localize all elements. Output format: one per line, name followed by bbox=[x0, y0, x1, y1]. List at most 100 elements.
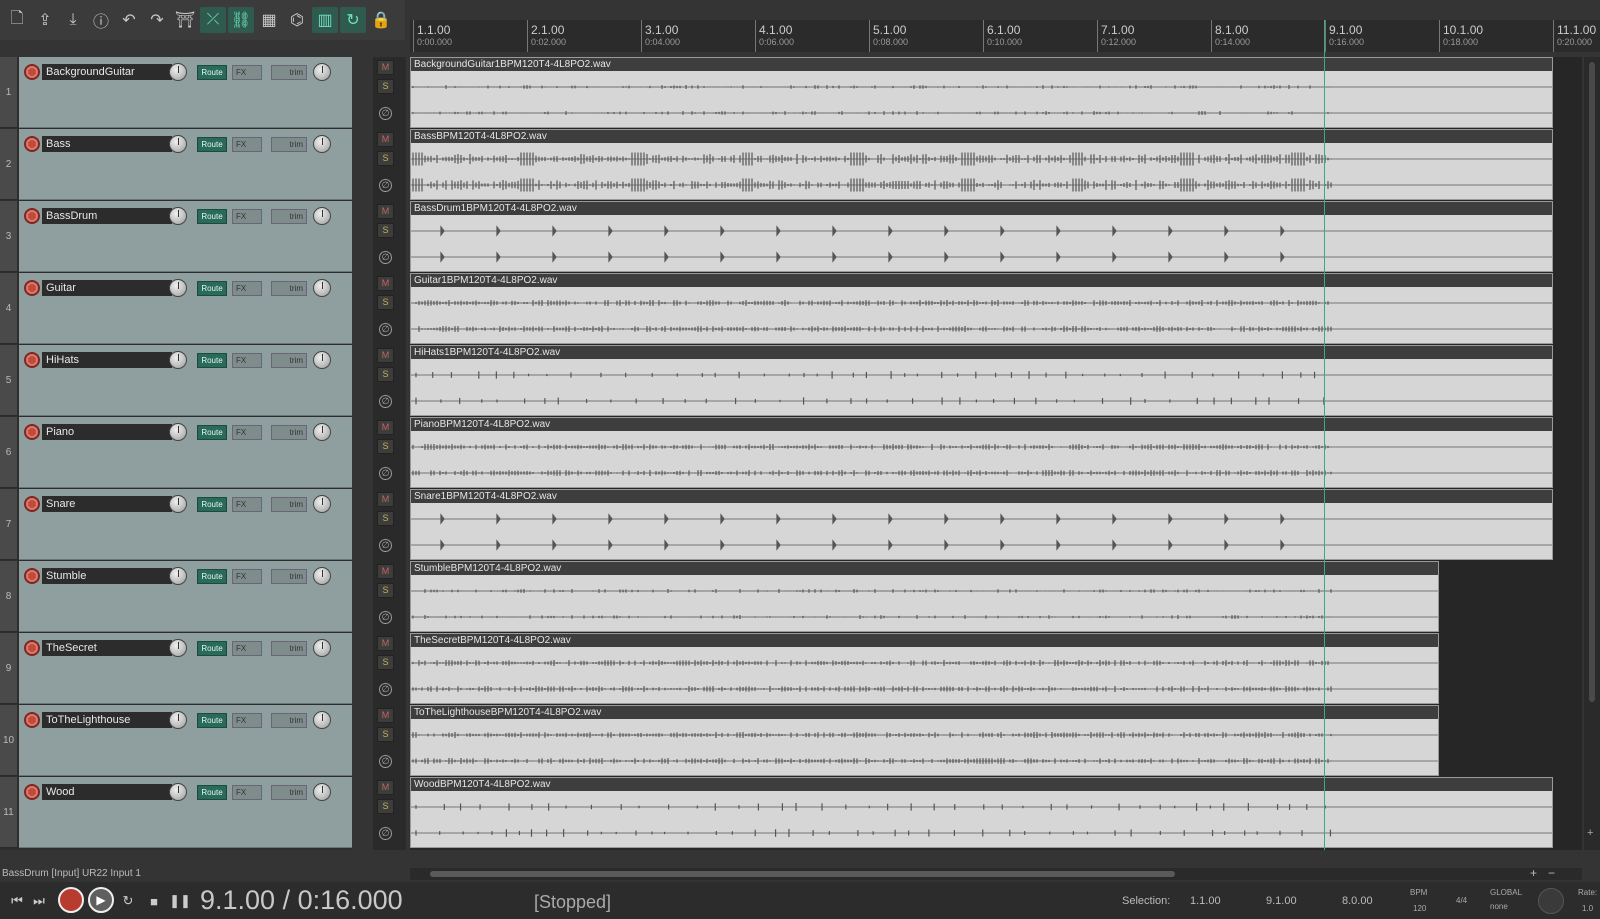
phase-icon[interactable]: ∅ bbox=[379, 755, 392, 768]
time-position-display[interactable]: 9.1.00 / 0:16.000 bbox=[200, 885, 403, 916]
track-number[interactable]: 3 bbox=[0, 201, 17, 272]
media-item[interactable]: StumbleBPM120T4-4L8PO2.wav bbox=[410, 561, 1439, 632]
bpm-value[interactable]: 120 bbox=[1413, 904, 1426, 913]
snap-icon[interactable]: ▥ bbox=[312, 7, 338, 33]
pan-knob[interactable] bbox=[313, 135, 331, 153]
track-panel[interactable]: BassDrum Route FX trim bbox=[19, 201, 352, 272]
fx-button[interactable]: FX bbox=[232, 569, 262, 584]
pan-knob[interactable] bbox=[313, 423, 331, 441]
track-number[interactable]: 8 bbox=[0, 561, 17, 632]
time-signature[interactable]: 4/4 bbox=[1456, 896, 1467, 905]
volume-knob[interactable] bbox=[169, 567, 187, 585]
track-number[interactable]: 11 bbox=[0, 777, 17, 848]
media-item[interactable]: Snare1BPM120T4-4L8PO2.wav bbox=[410, 489, 1553, 560]
track-name[interactable]: Bass bbox=[42, 136, 172, 152]
route-button[interactable]: Route bbox=[197, 137, 227, 152]
metronome-icon[interactable]: ⛩ bbox=[172, 7, 198, 33]
stop-icon[interactable]: ■ bbox=[143, 890, 165, 912]
track-number[interactable]: 2 bbox=[0, 129, 17, 200]
solo-button[interactable]: S bbox=[377, 367, 394, 382]
track-name[interactable]: ToTheLighthouse bbox=[42, 712, 172, 728]
fx-button[interactable]: FX bbox=[232, 209, 262, 224]
record-arm-button[interactable] bbox=[24, 136, 40, 152]
volume-knob[interactable] bbox=[169, 135, 187, 153]
go-to-start-icon[interactable]: ⏮ bbox=[6, 890, 28, 912]
lock-icon[interactable]: 🔒 bbox=[368, 7, 394, 33]
mute-button[interactable]: M bbox=[377, 708, 394, 723]
save-project-icon[interactable]: ⤓ bbox=[60, 7, 86, 33]
repeat-icon[interactable]: ↻ bbox=[117, 890, 139, 912]
trim-button[interactable]: trim bbox=[271, 209, 307, 224]
pan-knob[interactable] bbox=[313, 351, 331, 369]
track-name[interactable]: Stumble bbox=[42, 568, 172, 584]
undo-icon[interactable]: ↶ bbox=[116, 7, 142, 33]
trim-button[interactable]: trim bbox=[271, 785, 307, 800]
fx-button[interactable]: FX bbox=[232, 137, 262, 152]
route-button[interactable]: Route bbox=[197, 641, 227, 656]
record-arm-button[interactable] bbox=[24, 424, 40, 440]
track-name[interactable]: TheSecret bbox=[42, 640, 172, 656]
redo-icon[interactable]: ↷ bbox=[144, 7, 170, 33]
route-button[interactable]: Route bbox=[197, 209, 227, 224]
trim-button[interactable]: trim bbox=[271, 65, 307, 80]
record-arm-button[interactable] bbox=[24, 568, 40, 584]
timeline-ruler[interactable]: 1.1.00 0:00.000 2.1.00 0:02.000 3.1.00 0:04.0… bbox=[410, 20, 1600, 52]
track-name[interactable]: BackgroundGuitar bbox=[42, 64, 172, 80]
route-button[interactable]: Route bbox=[197, 713, 227, 728]
fx-button[interactable]: FX bbox=[232, 641, 262, 656]
track-panel[interactable]: Stumble Route FX trim bbox=[19, 561, 352, 632]
route-button[interactable]: Route bbox=[197, 281, 227, 296]
fx-button[interactable]: FX bbox=[232, 281, 262, 296]
volume-knob[interactable] bbox=[169, 495, 187, 513]
pan-knob[interactable] bbox=[313, 639, 331, 657]
record-arm-button[interactable] bbox=[24, 712, 40, 728]
phase-icon[interactable]: ∅ bbox=[379, 467, 392, 480]
vertical-scrollbar[interactable]: + bbox=[1584, 57, 1600, 850]
solo-button[interactable]: S bbox=[377, 223, 394, 238]
open-project-icon[interactable]: ⇪ bbox=[32, 7, 58, 33]
arrange-view[interactable]: BackgroundGuitar1BPM120T4-4L8PO2.wav Bass… bbox=[410, 57, 1582, 850]
volume-knob[interactable] bbox=[169, 279, 187, 297]
pan-knob[interactable] bbox=[313, 711, 331, 729]
track-number[interactable]: 1 bbox=[0, 57, 17, 128]
track-name[interactable]: Wood bbox=[42, 784, 172, 800]
record-button[interactable] bbox=[58, 887, 84, 913]
pan-knob[interactable] bbox=[313, 279, 331, 297]
solo-button[interactable]: S bbox=[377, 439, 394, 454]
project-settings-icon[interactable]: ⓘ bbox=[88, 7, 114, 33]
record-arm-button[interactable] bbox=[24, 352, 40, 368]
media-item[interactable]: HiHats1BPM120T4-4L8PO2.wav bbox=[410, 345, 1553, 416]
solo-button[interactable]: S bbox=[377, 655, 394, 670]
item-grouping-icon[interactable]: ⛓ bbox=[228, 7, 254, 33]
play-button[interactable]: ▶ bbox=[88, 887, 114, 913]
fx-button[interactable]: FX bbox=[232, 713, 262, 728]
track-panel[interactable]: Guitar Route FX trim bbox=[19, 273, 352, 344]
fx-button[interactable]: FX bbox=[232, 497, 262, 512]
track-number[interactable]: 7 bbox=[0, 489, 17, 560]
go-to-end-icon[interactable]: ⏭ bbox=[28, 890, 50, 912]
solo-button[interactable]: S bbox=[377, 583, 394, 598]
mute-button[interactable]: M bbox=[377, 780, 394, 795]
envelope-link-icon[interactable]: ⌬ bbox=[284, 7, 310, 33]
route-button[interactable]: Route bbox=[197, 65, 227, 80]
phase-icon[interactable]: ∅ bbox=[379, 683, 392, 696]
trim-button[interactable]: trim bbox=[271, 713, 307, 728]
mute-button[interactable]: M bbox=[377, 564, 394, 579]
record-arm-button[interactable] bbox=[24, 208, 40, 224]
media-item[interactable]: WoodBPM120T4-4L8PO2.wav bbox=[410, 777, 1553, 848]
vertical-scroll-thumb[interactable] bbox=[1589, 62, 1595, 702]
track-panel[interactable]: Wood Route FX trim bbox=[19, 777, 352, 848]
ripple-edit-icon[interactable]: ⤫ bbox=[200, 7, 226, 33]
track-panel[interactable]: Bass Route FX trim bbox=[19, 129, 352, 200]
media-item[interactable]: BassDrum1BPM120T4-4L8PO2.wav bbox=[410, 201, 1553, 272]
pan-knob[interactable] bbox=[313, 63, 331, 81]
new-project-icon[interactable]: 🗋 bbox=[4, 7, 30, 33]
rate-knob[interactable] bbox=[1538, 888, 1564, 914]
phase-icon[interactable]: ∅ bbox=[379, 251, 392, 264]
horizontal-scrollbar[interactable]: + − bbox=[410, 866, 1582, 880]
grid-icon[interactable]: ▦ bbox=[256, 7, 282, 33]
pan-knob[interactable] bbox=[313, 783, 331, 801]
trim-button[interactable]: trim bbox=[271, 641, 307, 656]
pan-knob[interactable] bbox=[313, 207, 331, 225]
mute-button[interactable]: M bbox=[377, 636, 394, 651]
